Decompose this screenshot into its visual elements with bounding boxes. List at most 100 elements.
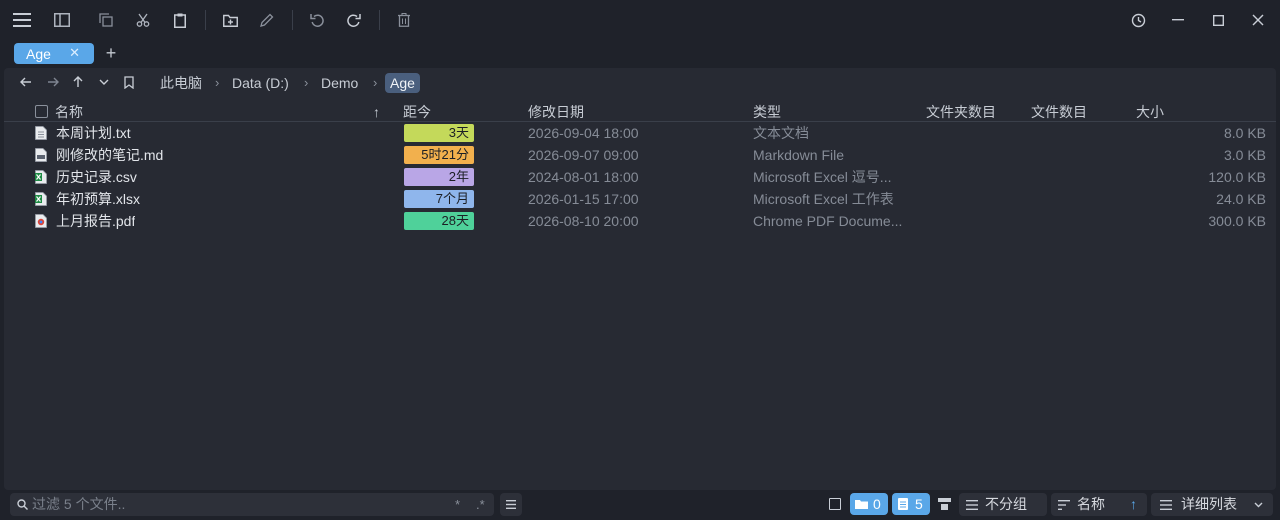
sidebar-toggle-icon[interactable] [50,8,74,32]
toolbar-divider [292,10,293,30]
file-type: Chrome PDF Docume... [753,213,903,229]
toolbar-divider [379,10,380,30]
group-selector[interactable]: 不分组 [959,493,1047,516]
history-icon[interactable] [1126,8,1150,32]
wildcard-toggle[interactable]: * [455,493,460,516]
breadcrumb-separator: › [373,75,378,90]
file-size: 3.0 KB [1223,147,1266,163]
status-bar: 过滤 5 个文件.. * .* 0 5 不分组 名称 ↑ 详细列表 [0,490,1280,520]
file-modified: 2026-08-10 20:00 [528,213,639,229]
pdf-file-icon [35,214,47,228]
file-name: 历史记录.csv [56,169,137,185]
age-badge: 3天 [404,124,474,142]
text-file-icon [35,126,47,140]
close-window-icon[interactable] [1246,8,1270,32]
chevron-down-icon [1254,502,1263,508]
sort-selector[interactable]: 名称 ↑ [1051,493,1147,516]
select-checkbox[interactable] [829,498,841,510]
tab-label: Age [26,45,51,62]
column-header-size[interactable]: 大小 [1136,102,1164,122]
column-header-type[interactable]: 类型 [753,102,781,122]
file-size: 300.0 KB [1208,213,1266,229]
file-count-badge[interactable]: 5 [892,493,930,515]
file-type: Microsoft Excel 工作表 [753,191,894,207]
file-modified: 2026-01-15 17:00 [528,191,639,207]
group-label: 不分组 [985,496,1027,512]
breadcrumb-this-pc[interactable]: 此电脑 [160,73,202,93]
file-type: Microsoft Excel 逗号... [753,169,892,185]
new-folder-icon[interactable] [218,8,242,32]
select-all-checkbox[interactable] [35,105,48,118]
menu-icon[interactable] [10,8,34,32]
back-icon[interactable] [18,74,34,90]
regex-toggle[interactable]: .* [476,493,485,516]
up-icon[interactable] [70,74,86,90]
file-modified: 2024-08-01 18:00 [528,169,639,185]
minimize-icon[interactable] [1166,8,1190,32]
folder-count-badge[interactable]: 0 [850,493,888,515]
forward-icon[interactable] [45,74,61,90]
sort-label: 名称 [1077,496,1105,512]
bookmark-icon[interactable] [121,74,137,90]
file-name: 年初预算.xlsx [56,191,140,207]
age-badge: 7个月 [404,190,474,208]
breadcrumb-demo[interactable]: Demo [321,73,358,93]
tab-bar: Age ✕ + [0,40,1280,68]
folder-icon [855,500,868,509]
filter-input[interactable]: 过滤 5 个文件.. * .* [10,493,494,516]
sort-icon [1058,500,1070,510]
breadcrumb-drive[interactable]: Data (D:) [232,73,289,93]
file-type: Markdown File [753,147,845,163]
chevron-down-icon[interactable] [96,74,112,90]
sort-arrow-icon: ↑ [373,104,380,120]
tab-age[interactable]: Age ✕ [14,43,94,64]
excel-file-icon [35,192,47,206]
file-count: 5 [915,496,923,512]
column-header-file-count[interactable]: 文件数目 [1031,102,1087,122]
column-header-folder-count[interactable]: 文件夹数目 [926,102,996,122]
table-row[interactable]: 本周计划.txt 3天 2026-09-04 18:00 文本文档 8.0 KB [4,122,1276,144]
group-icon [966,500,978,510]
navigation-bar: 此电脑 › Data (D:) › Demo › Age [4,68,1276,96]
breadcrumb-separator: › [304,75,309,90]
markdown-file-icon [35,148,47,162]
column-header-name[interactable]: 名称 [55,102,83,122]
filter-placeholder: 过滤 5 个文件.. [32,496,126,512]
table-row[interactable]: 年初预算.xlsx 7个月 2026-01-15 17:00 Microsoft… [4,188,1276,210]
breadcrumb-separator: › [215,75,220,90]
file-size: 24.0 KB [1216,191,1266,207]
maximize-icon[interactable] [1206,8,1230,32]
column-header-modified[interactable]: 修改日期 [528,102,584,122]
file-name: 上月报告.pdf [56,213,136,229]
file-icon [898,498,908,510]
table-row[interactable]: 上月报告.pdf 28天 2026-08-10 20:00 Chrome PDF… [4,210,1276,232]
file-panel: 此电脑 › Data (D:) › Demo › Age 名称 ↑ 距今 修改日… [4,68,1276,490]
file-name: 刚修改的笔记.md [56,147,164,163]
file-name: 本周计划.txt [56,125,131,141]
toolbar-divider [205,10,206,30]
delete-icon[interactable] [392,8,416,32]
new-tab-button[interactable]: + [103,44,119,62]
breadcrumb-age[interactable]: Age [385,73,420,93]
layout-icon[interactable] [938,498,951,510]
file-modified: 2026-09-07 09:00 [528,147,639,163]
table-row[interactable]: 刚修改的笔记.md 5时21分 2026-09-07 09:00 Markdow… [4,144,1276,166]
age-badge: 28天 [404,212,474,230]
view-selector[interactable]: 详细列表 [1151,493,1273,516]
file-modified: 2026-09-04 18:00 [528,125,639,141]
view-label: 详细列表 [1181,496,1237,512]
tab-close-icon[interactable]: ✕ [69,45,80,61]
table-row[interactable]: 历史记录.csv 2年 2024-08-01 18:00 Microsoft E… [4,166,1276,188]
excel-file-icon [35,170,47,184]
filter-options-button[interactable] [500,493,522,516]
paste-icon[interactable] [168,8,192,32]
column-header-age[interactable]: 距今 [403,102,431,122]
redo-icon[interactable] [342,8,366,32]
undo-icon[interactable] [305,8,329,32]
rename-icon[interactable] [255,8,279,32]
list-icon [506,500,516,509]
age-badge: 5时21分 [404,146,474,164]
sort-direction-icon[interactable]: ↑ [1130,493,1137,516]
cut-icon[interactable] [131,8,155,32]
copy-icon[interactable] [94,8,118,32]
